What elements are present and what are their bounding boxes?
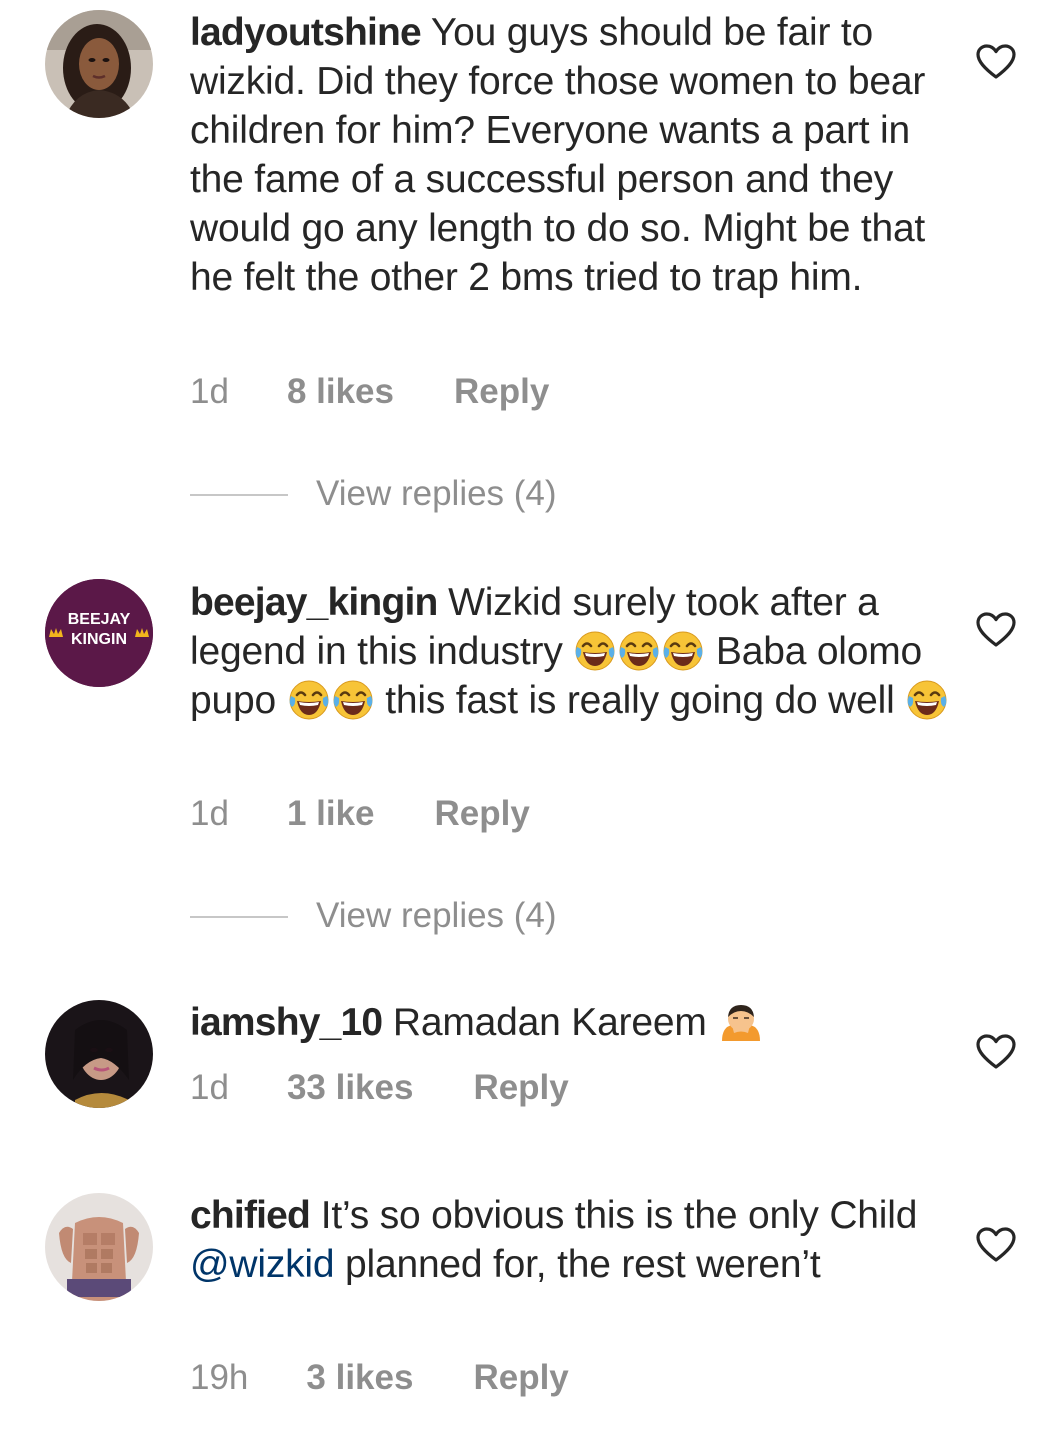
comment-meta: 1d 1 like Reply — [190, 794, 530, 834]
mention-link[interactable]: @wizkid — [190, 1243, 335, 1286]
comment-chified: chified It’s so obvious this is the only… — [0, 1183, 1060, 1439]
avatar-iamshy-10[interactable] — [45, 1000, 153, 1108]
reply-button[interactable]: Reply — [473, 1068, 568, 1108]
comment-body: Ramadan Kareem — [382, 1001, 718, 1044]
comment-text: beejay_kingin Wizkid surely took after a… — [190, 578, 950, 725]
face-with-tears-of-joy-icon — [288, 679, 330, 721]
face-with-tears-of-joy-icon — [662, 630, 704, 672]
view-replies-label: View replies (4) — [316, 896, 557, 935]
comment-time: 1d — [190, 794, 229, 833]
comment-body-part2: planned for, the rest weren’t — [334, 1243, 821, 1286]
replies-divider — [190, 916, 288, 918]
like-heart-icon[interactable] — [976, 612, 1016, 648]
avatar-beejay-kingin[interactable]: BEEJAY KINGIN — [45, 579, 153, 687]
comment-username[interactable]: ladyoutshine — [190, 11, 422, 54]
comment-time: 19h — [190, 1358, 249, 1397]
person-bowing-icon — [718, 1001, 764, 1043]
reply-button[interactable]: Reply — [454, 372, 549, 412]
comment-body-part1: It’s so obvious this is the only Child — [310, 1194, 918, 1237]
face-with-tears-of-joy-icon — [618, 630, 660, 672]
like-heart-icon[interactable] — [976, 1227, 1016, 1263]
view-replies-button[interactable]: View replies (4) — [190, 896, 590, 936]
replies-divider — [190, 494, 288, 496]
comment-username[interactable]: beejay_kingin — [190, 581, 438, 624]
comment-beejay-kingin: BEEJAY KINGIN beejay_kingin Wizkid surel… — [0, 570, 1060, 970]
comment-time: 1d — [190, 372, 229, 411]
comment-meta: 19h 3 likes Reply — [190, 1358, 569, 1398]
comment-ladyoutshine: ladyoutshine You guys should be fair to … — [0, 0, 1060, 540]
avatar-photo — [45, 10, 153, 118]
avatar-chified[interactable] — [45, 1193, 153, 1301]
view-replies-button[interactable]: View replies (4) — [190, 474, 590, 514]
likes-count[interactable]: 1 like — [287, 794, 375, 834]
comment-time: 1d — [190, 1068, 229, 1107]
avatar-logo: BEEJAY KINGIN — [45, 579, 153, 687]
comment-meta: 1d 8 likes Reply — [190, 372, 549, 412]
like-heart-icon[interactable] — [976, 44, 1016, 80]
face-with-tears-of-joy-icon — [906, 679, 948, 721]
like-heart-icon[interactable] — [976, 1034, 1016, 1070]
crown-left-icon — [49, 628, 63, 637]
avatar-ladyoutshine[interactable] — [45, 10, 153, 118]
comment-iamshy-10: iamshy_10 Ramadan Kareem 1d 33 likes Reply — [0, 990, 1060, 1160]
reply-button[interactable]: Reply — [473, 1358, 568, 1398]
view-replies-label: View replies (4) — [316, 474, 557, 513]
face-with-tears-of-joy-icon — [332, 679, 374, 721]
avatar-photo — [45, 1193, 153, 1301]
comment-username[interactable]: chified — [190, 1194, 311, 1237]
comment-username[interactable]: iamshy_10 — [190, 1001, 383, 1044]
comment-body: You guys should be fair to wizkid. Did t… — [190, 11, 926, 299]
comment-meta: 1d 33 likes Reply — [190, 1068, 569, 1108]
face-with-tears-of-joy-icon — [574, 630, 616, 672]
comment-text: chified It’s so obvious this is the only… — [190, 1191, 950, 1289]
avatar-photo — [45, 1000, 153, 1108]
avatar-text-line2: KINGIN — [71, 631, 127, 648]
reply-button[interactable]: Reply — [435, 794, 530, 834]
likes-count[interactable]: 3 likes — [306, 1358, 413, 1398]
likes-count[interactable]: 33 likes — [287, 1068, 414, 1108]
comment-body-part3: this fast is really going do well — [374, 679, 906, 722]
comment-text: iamshy_10 Ramadan Kareem — [190, 998, 950, 1047]
avatar-text-line1: BEEJAY — [68, 611, 131, 628]
likes-count[interactable]: 8 likes — [287, 372, 394, 412]
crown-right-icon — [135, 628, 149, 637]
comment-text: ladyoutshine You guys should be fair to … — [190, 8, 950, 302]
